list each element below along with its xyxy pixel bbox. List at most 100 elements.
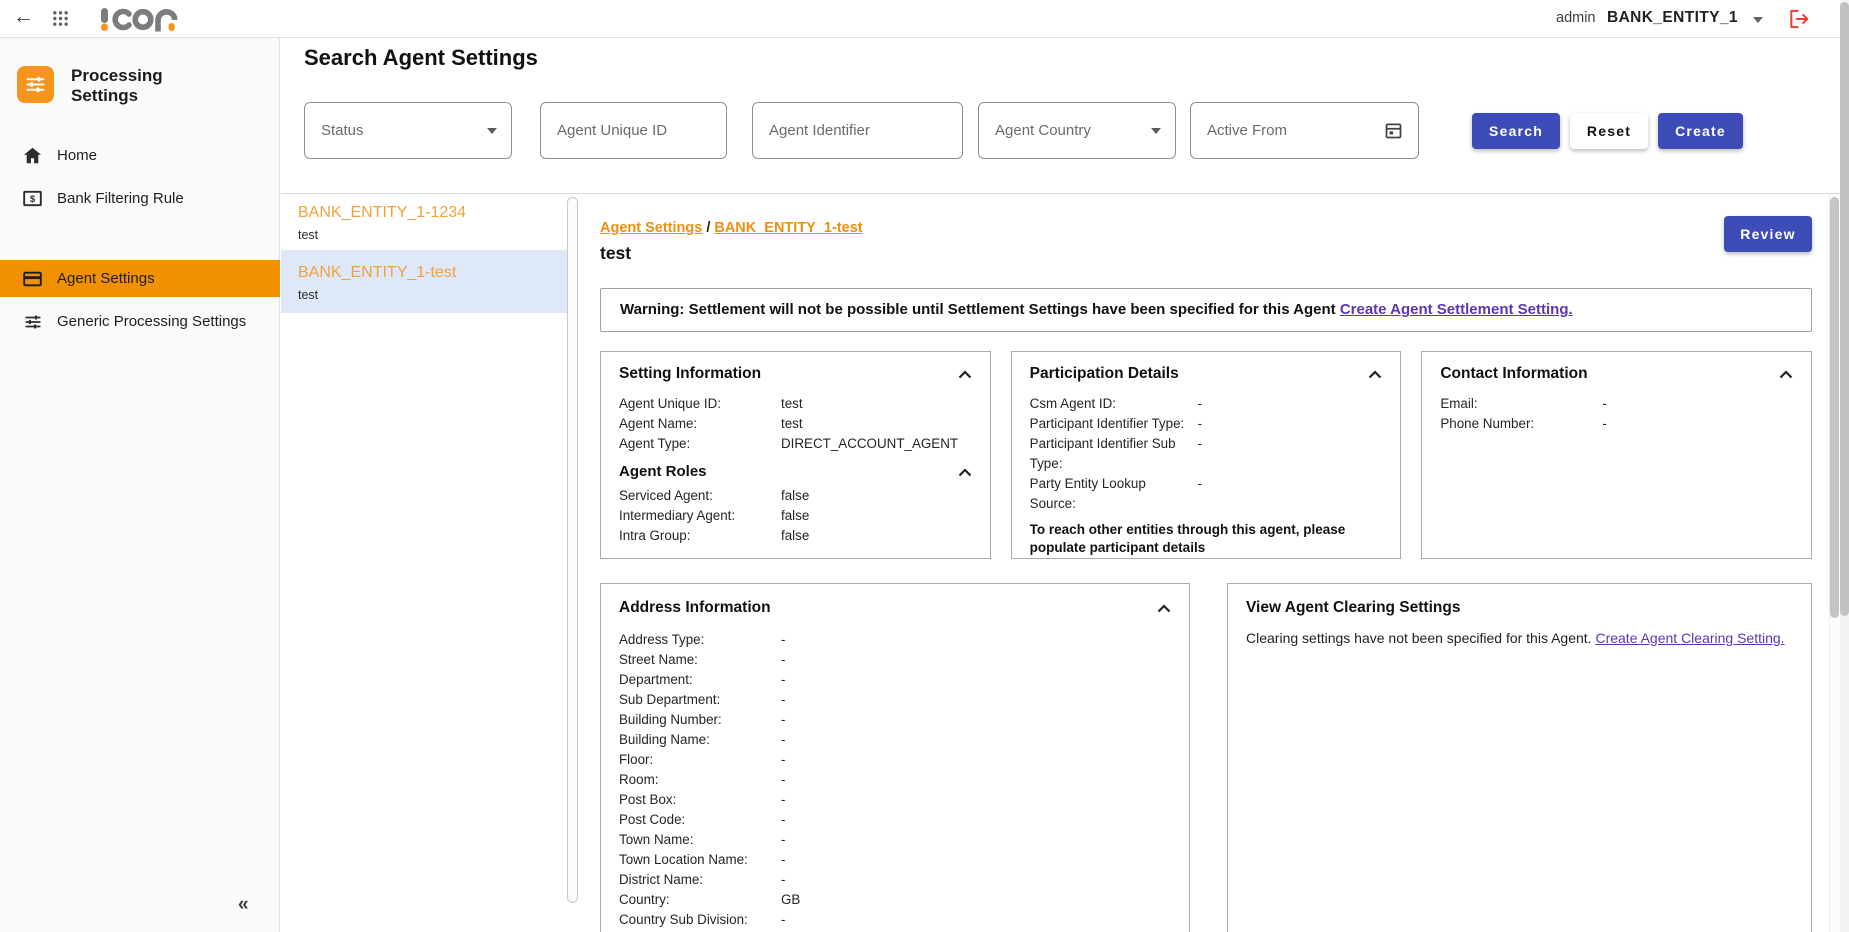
field-row: Address Type:- [619,630,1171,650]
sidebar-item-home[interactable]: Home [0,137,280,174]
card-title: Participation Details [1030,364,1179,384]
field-row: Town Location Name:- [619,850,1171,870]
participation-details-card: Participation Details Csm Agent ID:- Par… [1011,351,1402,559]
list-item-title: BANK_ENTITY_1-1234 [298,202,553,224]
back-arrow-icon[interactable]: ← [13,5,34,29]
apps-grid-icon[interactable] [52,10,69,27]
field-row: Department:- [619,670,1171,690]
field-row: Post Box:- [619,790,1171,810]
agent-unique-id-label: Agent Unique ID [557,122,712,139]
list-item-selected[interactable]: BANK_ENTITY_1-test test [281,251,567,313]
clearing-text: Clearing settings have not been specifie… [1246,630,1592,646]
status-filter-label: Status [321,122,487,139]
sidebar: Processing Settings Home $ Bank Filterin… [0,38,280,932]
create-clearing-setting-link[interactable]: Create Agent Clearing Setting. [1595,630,1784,646]
field-row: Serviced Agent:false [619,486,972,506]
agent-country-label: Agent Country [995,122,1151,139]
home-icon [22,147,43,164]
sidebar-item-bank-filtering-rule[interactable]: $ Bank Filtering Rule [0,180,280,217]
field-row: Street Name:- [619,650,1171,670]
chevron-down-icon [1151,128,1161,134]
list-item-subtitle: test [298,287,553,303]
field-row: Agent Unique ID:test [619,394,972,414]
field-row: Intra Group:false [619,526,972,546]
field-row: Building Number:- [619,710,1171,730]
section-divider [281,193,1849,194]
sidebar-item-generic-processing-settings[interactable]: Generic Processing Settings [0,303,280,340]
window-scrollbar-thumb[interactable] [1840,2,1849,616]
field-row: Country Sub Division:- [619,910,1171,930]
field-row: Party Entity Lookup Source:- [1030,474,1383,514]
admin-role-label: admin [1556,10,1596,26]
field-row: Building Name:- [619,730,1171,750]
search-button[interactable]: Search [1472,113,1560,149]
card-title: Setting Information [619,364,761,384]
list-scrollbar[interactable] [567,197,578,903]
settlement-warning: Warning: Settlement will not be possible… [600,288,1812,332]
page-title: Search Agent Settings [304,45,538,71]
address-information-card: Address Information Address Type:- Stree… [600,583,1190,932]
active-from-date-input[interactable]: Active From [1190,102,1419,159]
chevron-up-icon[interactable] [1368,370,1382,379]
detail-scrollbar-thumb[interactable] [1830,197,1839,618]
credit-card-icon [22,271,43,287]
chevron-down-icon [487,128,497,134]
breadcrumb-parent-link[interactable]: Agent Settings [600,220,702,236]
top-bar: ← admin BANK_ENTITY_1 [0,0,1849,38]
agent-unique-id-input[interactable]: Agent Unique ID [540,102,727,159]
field-row: Agent Name:test [619,414,972,434]
active-from-label: Active From [1207,122,1383,139]
field-row: Room:- [619,770,1171,790]
agent-identifier-input[interactable]: Agent Identifier [752,102,963,159]
create-settlement-setting-link[interactable]: Create Agent Settlement Setting. [1340,301,1573,318]
chevron-up-icon[interactable] [1779,370,1793,379]
processing-settings-icon [17,66,54,103]
agent-country-filter[interactable]: Agent Country [978,102,1176,159]
agent-list: BANK_ENTITY_1-1234 test BANK_ENTITY_1-te… [281,194,567,932]
money-check-icon: $ [22,190,43,207]
setting-information-card: Setting Information Agent Unique ID:test… [600,351,991,559]
sidebar-item-label: Bank Filtering Rule [57,190,184,207]
field-row: Csm Agent ID:- [1030,394,1383,414]
status-filter[interactable]: Status [304,102,512,159]
sidebar-item-label: Agent Settings [57,270,155,287]
search-section: Search Agent Settings Status Agent Uniqu… [281,38,1849,193]
chevron-up-icon[interactable] [958,468,972,477]
create-button[interactable]: Create [1658,113,1743,149]
breadcrumb-separator: / [706,220,710,236]
agent-detail-panel: Agent Settings/BANK_ENTITY_1-test test R… [580,194,1829,932]
field-row: Agent Type:DIRECT_ACCOUNT_AGENT [619,434,972,454]
clearing-settings-card: View Agent Clearing Settings Clearing se… [1227,583,1812,932]
sidebar-collapse-button[interactable]: « [238,894,247,916]
card-title: View Agent Clearing Settings [1246,598,1460,618]
list-item[interactable]: BANK_ENTITY_1-1234 test [281,194,567,251]
icon-logo [100,7,178,32]
card-title: Contact Information [1440,364,1587,384]
review-button[interactable]: Review [1724,216,1812,252]
field-row: Participant Identifier Type:- [1030,414,1383,434]
chevron-down-icon[interactable] [1753,17,1763,23]
chevron-up-icon[interactable] [1157,604,1171,613]
field-row: District Name:- [619,870,1171,890]
logout-icon[interactable] [1788,9,1811,29]
breadcrumb: Agent Settings/BANK_ENTITY_1-test [600,219,1812,237]
field-row: Participant Identifier Sub Type:- [1030,434,1383,474]
agent-identifier-label: Agent Identifier [769,122,948,139]
warning-text: Warning: Settlement will not be possible… [620,301,1336,318]
list-item-title: BANK_ENTITY_1-test [298,262,553,284]
entity-selector[interactable]: BANK_ENTITY_1 [1607,9,1738,27]
list-item-subtitle: test [298,227,553,243]
agent-roles-title: Agent Roles [619,462,707,482]
sidebar-item-label: Generic Processing Settings [57,313,246,330]
reset-button[interactable]: Reset [1570,113,1648,149]
field-row: Intermediary Agent:false [619,506,972,526]
field-row: Town Name:- [619,830,1171,850]
chevron-up-icon[interactable] [958,370,972,379]
breadcrumb-current-link[interactable]: BANK_ENTITY_1-test [714,220,862,236]
agent-detail-title: test [600,243,1812,263]
sidebar-item-agent-settings[interactable]: Agent Settings [0,260,280,297]
sidebar-header: Processing Settings [17,66,191,106]
contact-information-card: Contact Information Email:- Phone Number… [1421,351,1812,559]
tune-icon [22,313,43,331]
calendar-icon[interactable] [1383,120,1404,141]
